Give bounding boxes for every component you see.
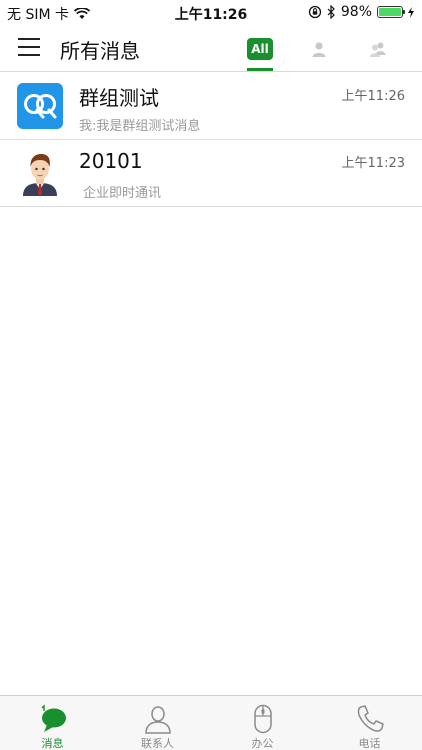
battery-percent: 98% (340, 4, 372, 20)
status-right: 98% (308, 4, 414, 20)
group-users-icon (370, 42, 386, 57)
message-preview: 企业即时通讯 (83, 186, 162, 201)
contact-person-icon (144, 706, 171, 734)
bottom-tab-bar: 消息 联系人 办公 电话 (0, 695, 422, 750)
message-item[interactable]: 20101 企业即时通讯 上午11:23 (0, 140, 422, 207)
message-item[interactable]: 群组测试 我:我是群组测试消息 上午11:26 (0, 73, 422, 140)
header: 所有消息 All (0, 26, 422, 72)
tab-contacts[interactable]: 联系人 (105, 696, 210, 750)
tab-label: 联系人 (141, 737, 174, 750)
battery-fill (379, 8, 401, 16)
tab-label: 办公 (251, 737, 274, 750)
filter-single-chat-tab[interactable] (306, 38, 332, 60)
message-time: 上午11:26 (341, 89, 405, 104)
filter-active-indicator (247, 68, 273, 71)
charging-icon (408, 6, 414, 18)
message-title: 20101 (79, 149, 143, 173)
chat-bubble-icon (41, 704, 66, 732)
filter-all-tab[interactable]: All (247, 38, 273, 60)
tab-office[interactable]: 办公 (210, 696, 315, 750)
menu-icon[interactable] (18, 38, 40, 56)
tab-phone[interactable]: 电话 (317, 696, 422, 750)
mouse-icon (253, 704, 272, 734)
status-bar: 无 SIM 卡 上午11:26 98% (0, 0, 422, 26)
phone-icon (357, 705, 384, 732)
orientation-lock-icon (308, 5, 322, 19)
filter-group-chat-tab[interactable] (365, 38, 391, 60)
page-title: 所有消息 (60, 39, 140, 63)
tab-label: 消息 (41, 737, 64, 750)
single-user-icon (312, 42, 326, 57)
message-preview: 我:我是群组测试消息 (79, 119, 201, 134)
tab-label: 电话 (358, 737, 381, 750)
message-list: 群组测试 我:我是群组测试消息 上午11:26 20101 企业即时通讯 上午1… (0, 73, 422, 207)
bluetooth-icon (327, 5, 335, 19)
person-avatar (17, 150, 63, 196)
battery-icon (377, 6, 405, 18)
message-title: 群组测试 (79, 86, 159, 110)
group-chat-icon (17, 83, 63, 129)
message-time: 上午11:23 (341, 156, 405, 171)
tab-messages[interactable]: 消息 (0, 696, 105, 750)
